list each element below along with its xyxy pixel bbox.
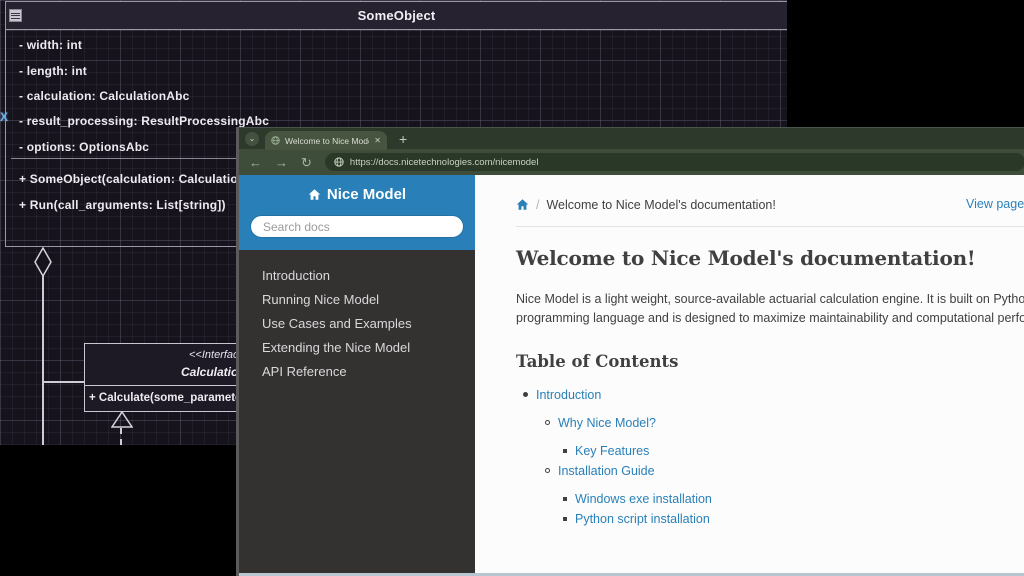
sidebar-item-api-reference[interactable]: API Reference <box>239 360 475 384</box>
site-globe-icon <box>334 157 344 167</box>
search-input[interactable] <box>250 215 464 238</box>
breadcrumb-current-page: Welcome to Nice Model's documentation! <box>546 198 775 212</box>
chevron-down-icon: ⌄ <box>249 134 256 143</box>
uml-attribute[interactable]: - length: int <box>19 64 87 78</box>
circle-bullet-icon <box>545 420 550 425</box>
uml-attribute[interactable]: - width: int <box>19 38 82 52</box>
browser-tab-active[interactable]: Welcome to Nice Model's doc... ✕ <box>265 131 387 150</box>
forward-icon[interactable]: → <box>275 156 288 169</box>
uml-class-titlebar[interactable]: SomeObject <box>6 2 787 30</box>
toc-item: Why Nice Model? <box>516 416 1024 430</box>
list-icon <box>9 9 22 22</box>
uml-interface-stereotype: <<Interfac <box>189 349 239 361</box>
intro-paragraph: Nice Model is a light weight, source-ava… <box>516 290 1024 329</box>
toc-link-key-features[interactable]: Key Features <box>575 444 649 458</box>
sidebar-item-introduction[interactable]: Introduction <box>239 264 475 288</box>
uml-method[interactable]: + Calculate(some_parameter <box>89 392 246 404</box>
new-tab-button[interactable]: + <box>399 130 407 148</box>
docs-sidebar: Nice Model Introduction Running Nice Mod… <box>239 175 475 573</box>
aggregation-diamond-icon[interactable] <box>34 247 52 277</box>
page-title: Welcome to Nice Model's documentation! <box>516 246 1024 270</box>
disc-bullet-icon <box>523 392 528 397</box>
cursor-x-marker: X <box>0 110 8 124</box>
home-icon <box>308 188 321 201</box>
square-bullet-icon <box>563 517 567 521</box>
square-bullet-icon <box>563 497 567 501</box>
sidebar-item-use-cases[interactable]: Use Cases and Examples <box>239 312 475 336</box>
toc-link-introduction[interactable]: Introduction <box>536 388 601 402</box>
table-of-contents: Introduction Why Nice Model? Key Feature… <box>516 388 1024 526</box>
toc-heading: Table of Contents <box>516 352 1024 371</box>
sidebar-item-running-nice-model[interactable]: Running Nice Model <box>239 288 475 312</box>
tab-search-button[interactable]: ⌄ <box>245 132 259 146</box>
uml-attribute[interactable]: - result_processing: ResultProcessingAbc <box>19 114 269 128</box>
brand-label: Nice Model <box>327 186 406 203</box>
tab-title: Welcome to Nice Model's doc... <box>285 136 369 146</box>
toc-link-python-script[interactable]: Python script installation <box>575 512 710 526</box>
toc-link-windows-exe[interactable]: Windows exe installation <box>575 492 712 506</box>
address-bar[interactable]: https://docs.nicetechnologies.com/nicemo… <box>325 153 1024 171</box>
browser-tabstrip: ⌄ Welcome to Nice Model's doc... ✕ + <box>239 127 1024 149</box>
uml-connector-line[interactable] <box>42 276 44 445</box>
sidebar-nav: Introduction Running Nice Model Use Case… <box>239 250 475 384</box>
square-bullet-icon <box>563 449 567 453</box>
uml-interface-calculation[interactable]: <<Interfac Calculatio + Calculate(some_p… <box>84 343 254 412</box>
toc-item: Key Features <box>516 444 1024 458</box>
circle-bullet-icon <box>545 468 550 473</box>
globe-favicon-icon <box>271 136 280 145</box>
uml-class-title: SomeObject <box>358 8 436 23</box>
tab-close-icon[interactable]: ✕ <box>374 136 381 145</box>
sidebar-header: Nice Model <box>239 175 475 250</box>
url-text: https://docs.nicetechnologies.com/nicemo… <box>350 157 539 168</box>
brand-home-link[interactable]: Nice Model <box>308 186 406 203</box>
uml-section-divider <box>85 385 253 386</box>
realization-arrow-icon[interactable] <box>111 411 133 429</box>
docs-content: / Welcome to Nice Model's documentation!… <box>475 175 1024 573</box>
breadcrumb: / Welcome to Nice Model's documentation!… <box>516 197 1024 212</box>
toc-item: Introduction <box>516 388 1024 402</box>
view-page-source-link[interactable]: View page <box>966 197 1024 211</box>
uml-interface-name: Calculatio <box>181 365 238 379</box>
desktop: SomeObject - width: int - length: int - … <box>0 0 1024 576</box>
realization-dashed-line[interactable] <box>120 428 122 445</box>
toc-item: Windows exe installation <box>516 492 1024 506</box>
browser-window: ⌄ Welcome to Nice Model's doc... ✕ + ← →… <box>236 127 1024 576</box>
uml-attribute[interactable]: - options: OptionsAbc <box>19 140 149 154</box>
toc-item: Installation Guide <box>516 464 1024 478</box>
toc-item: Python script installation <box>516 512 1024 526</box>
browser-toolbar: ← → ↻ https://docs.nicetechnologies.com/… <box>239 149 1024 175</box>
docs-page: Nice Model Introduction Running Nice Mod… <box>239 175 1024 573</box>
toc-link-installation-guide[interactable]: Installation Guide <box>558 464 655 478</box>
breadcrumb-divider <box>516 226 1024 227</box>
uml-connector-line[interactable] <box>43 381 85 383</box>
reload-icon[interactable]: ↻ <box>301 156 312 169</box>
breadcrumb-home-icon[interactable] <box>516 198 529 211</box>
sidebar-item-extending[interactable]: Extending the Nice Model <box>239 336 475 360</box>
uml-attribute[interactable]: - calculation: CalculationAbc <box>19 89 190 103</box>
back-icon[interactable]: ← <box>249 156 262 169</box>
toc-link-why-nice-model[interactable]: Why Nice Model? <box>558 416 656 430</box>
breadcrumb-separator: / <box>536 198 539 212</box>
search-box <box>250 215 464 238</box>
uml-method[interactable]: + Run(call_arguments: List[string]) <box>19 198 226 212</box>
